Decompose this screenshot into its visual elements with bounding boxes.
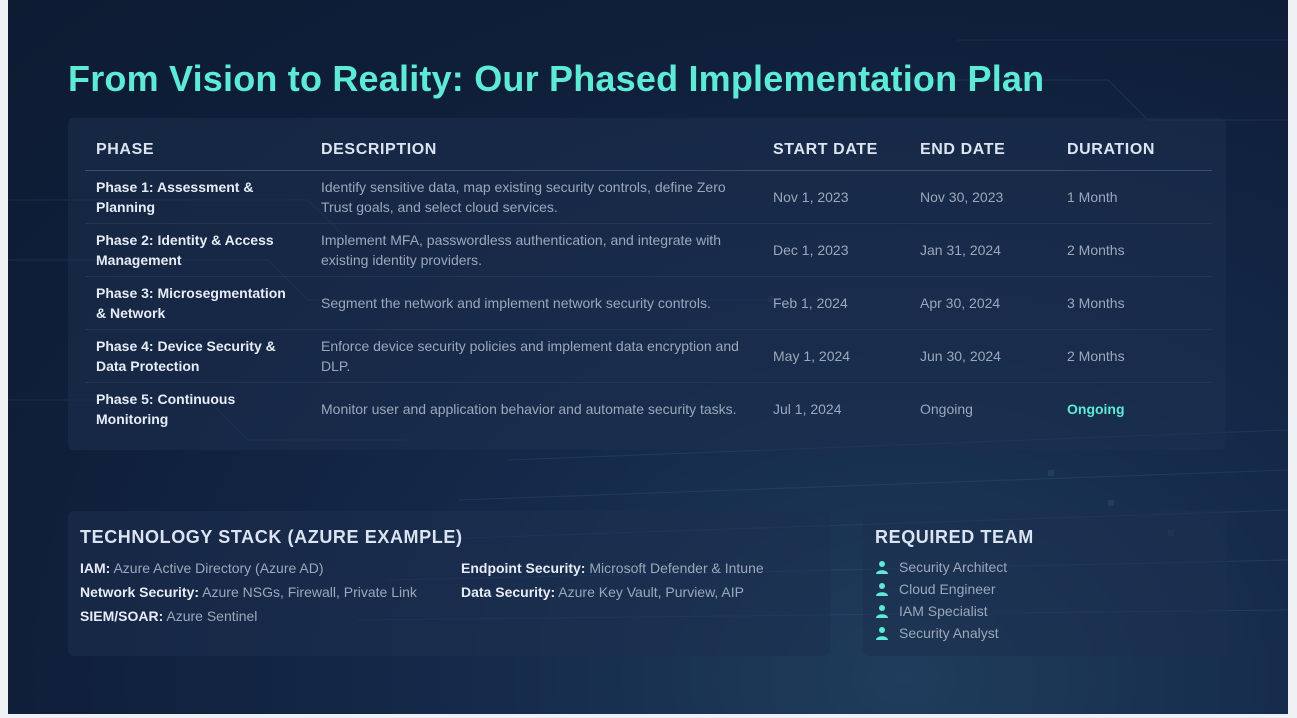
description-cell: Enforce device security policies and imp… [310,329,762,383]
tech-item-iam: IAM: Azure Active Directory (Azure AD) [80,556,417,580]
tech-value: Azure Sentinel [166,608,258,624]
team-member-name: Security Architect [899,559,1008,575]
user-icon [876,627,888,640]
description-cell: Implement MFA, passwordless authenticati… [310,223,762,277]
description-cell: Identify sensitive data, map existing se… [310,170,762,224]
required-team-title: REQUIRED TEAM [875,527,1034,547]
team-member: IAM Specialist [875,600,1007,622]
start-date-cell: Feb 1, 2024 [762,276,909,330]
team-member-name: IAM Specialist [899,603,988,619]
tech-item-data-security: Data Security: Azure Key Vault, Purview,… [461,580,764,604]
implementation-table: PHASE DESCRIPTION START DATE END DATE DU… [85,130,1212,435]
duration-cell: 2 Months [1056,329,1212,383]
tech-column-left: IAM: Azure Active Directory (Azure AD) N… [80,556,417,628]
team-member-name: Cloud Engineer [899,581,996,597]
phase-cell: Phase 3: Microsegmentation & Network [85,276,310,330]
user-icon [876,583,888,596]
tech-column-right: Endpoint Security: Microsoft Defender & … [461,556,764,604]
table-row: Phase 5: Continuous Monitoring Monitor u… [85,383,1212,436]
user-icon [876,561,888,574]
tech-item-endpoint-security: Endpoint Security: Microsoft Defender & … [461,556,764,580]
header-end-date: END DATE [909,130,1056,171]
phase-cell: Phase 2: Identity & Access Management [85,223,310,277]
header-description: DESCRIPTION [310,130,762,171]
end-date-cell: Ongoing [920,401,973,417]
team-member: Cloud Engineer [875,578,1007,600]
header-phase: PHASE [85,130,310,171]
phase-cell: Phase 1: Assessment & Planning [85,170,310,224]
technology-stack-card: TECHNOLOGY STACK (AZURE EXAMPLE) IAM: Az… [68,511,830,656]
tech-value: Azure Key Vault, Purview, AIP [558,584,744,600]
technology-stack-title: TECHNOLOGY STACK (AZURE EXAMPLE) [80,527,463,547]
slide: From Vision to Reality: Our Phased Imple… [8,0,1288,714]
end-date-cell: Nov 30, 2023 [909,170,1056,224]
team-member: Security Analyst [875,622,1007,644]
end-date-cell: Jan 31, 2024 [909,223,1056,277]
table-row: Phase 3: Microsegmentation & Network Seg… [85,276,1212,330]
tech-label: IAM: [80,560,111,576]
team-list: Security Architect Cloud Engineer IAM Sp… [875,556,1007,644]
table-row: Phase 1: Assessment & Planning Identify … [85,170,1212,224]
phase-cell: Phase 5: Continuous Monitoring [96,391,236,427]
implementation-table-card: PHASE DESCRIPTION START DATE END DATE DU… [68,118,1226,450]
tech-label: Network Security: [80,584,200,600]
end-date-cell: Jun 30, 2024 [909,329,1056,383]
start-date-cell: May 1, 2024 [762,329,909,383]
header-duration: DURATION [1056,130,1212,171]
tech-item-network-security: Network Security: Azure NSGs, Firewall, … [80,580,417,604]
page-title: From Vision to Reality: Our Phased Imple… [68,58,1045,99]
duration-cell: 1 Month [1056,170,1212,224]
header-start-date: START DATE [762,130,909,171]
table-row: Phase 4: Device Security & Data Protecti… [85,329,1212,383]
table-row: Phase 2: Identity & Access Management Im… [85,223,1212,277]
duration-cell-ongoing: Ongoing [1067,401,1125,417]
tech-label: SIEM/SOAR: [80,608,164,624]
duration-cell: 3 Months [1056,276,1212,330]
tech-label: Data Security: [461,584,556,600]
start-date-cell: Dec 1, 2023 [762,223,909,277]
end-date-cell: Apr 30, 2024 [909,276,1056,330]
start-date-cell: Nov 1, 2023 [762,170,909,224]
tech-label: Endpoint Security: [461,560,586,576]
duration-cell: 2 Months [1056,223,1212,277]
description-cell: Segment the network and implement networ… [310,276,762,330]
tech-item-siem-soar: SIEM/SOAR: Azure Sentinel [80,604,417,628]
tech-value: Microsoft Defender & Intune [589,560,764,576]
team-member: Security Architect [875,556,1007,578]
description-cell: Monitor user and application behavior an… [321,401,737,417]
table-header-row: PHASE DESCRIPTION START DATE END DATE DU… [85,130,1212,171]
start-date-cell: Jul 1, 2024 [773,401,842,417]
required-team-card: REQUIRED TEAM Security Architect Cloud E… [863,511,1227,656]
phase-cell: Phase 4: Device Security & Data Protecti… [85,329,310,383]
tech-value: Azure NSGs, Firewall, Private Link [202,584,417,600]
user-icon [876,605,888,618]
team-member-name: Security Analyst [899,625,999,641]
tech-value: Azure Active Directory (Azure AD) [113,560,324,576]
